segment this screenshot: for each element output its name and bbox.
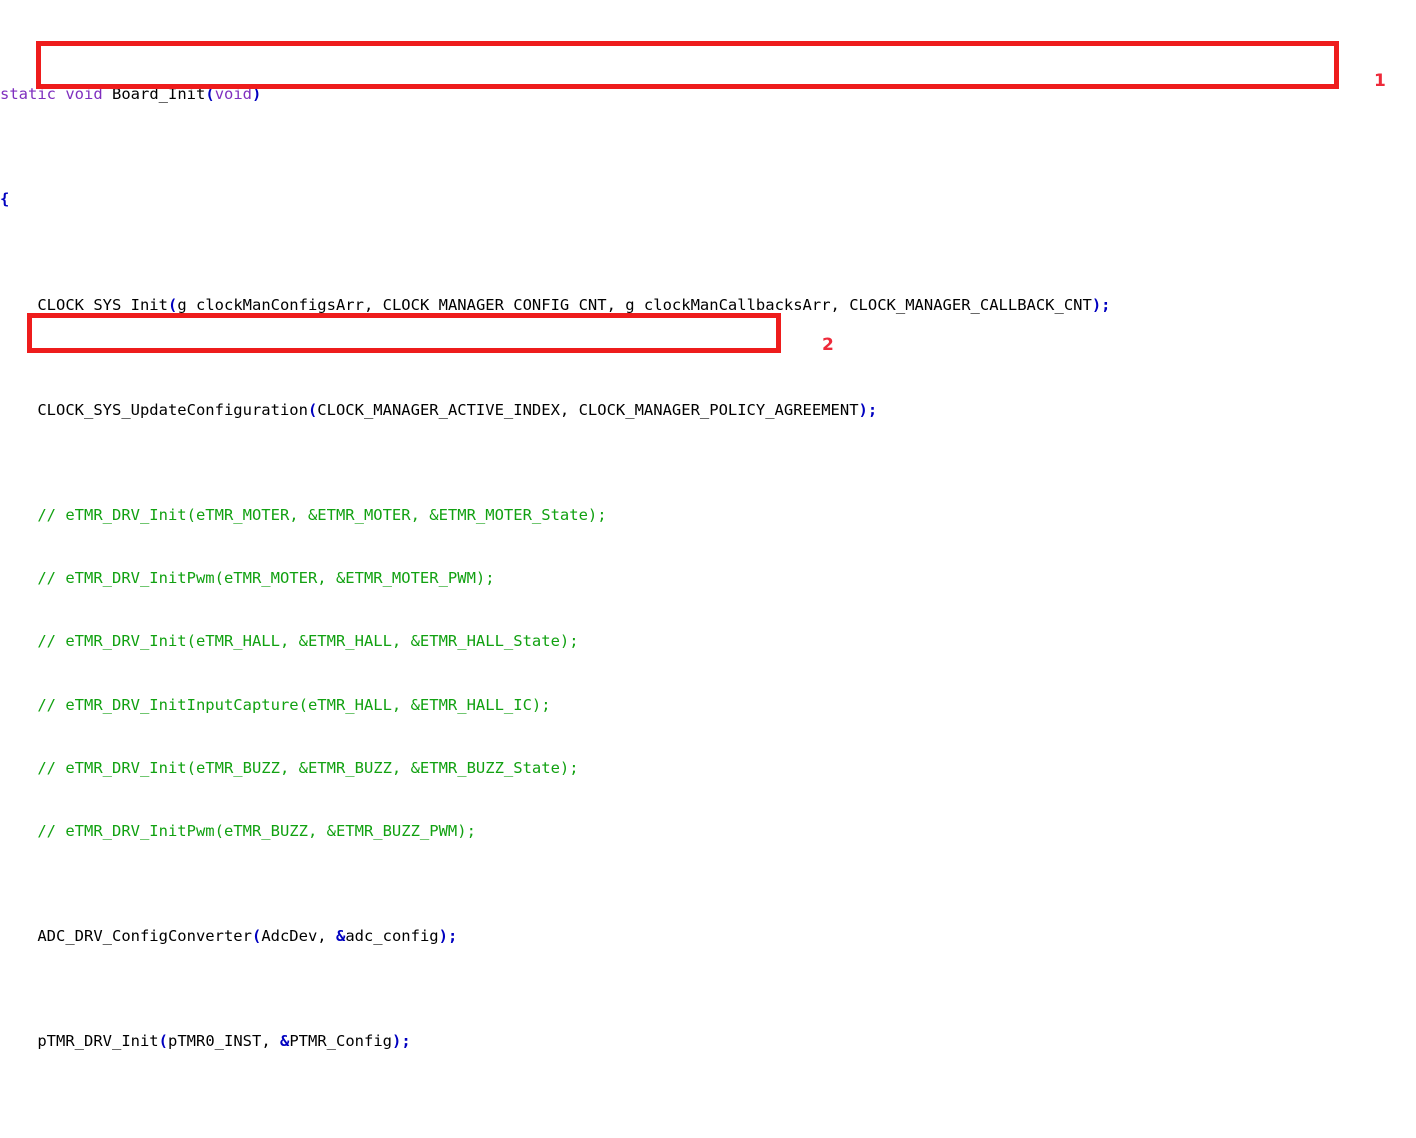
call-ptmr-drv-init: pTMR_DRV_Init [37,1032,158,1050]
keyword-void: void [65,85,102,103]
comment-text: // eTMR_DRV_Init(eTMR_MOTER, &ETMR_MOTER… [37,506,606,524]
comment-text: // eTMR_DRV_Init(eTMR_BUZZ, &ETMR_BUZZ, … [37,759,578,777]
indent [0,296,37,314]
call-clock-sys-init: CLOCK_SYS_Init [37,296,168,314]
call-arg: PTMR_Config [289,1032,392,1050]
ampersand: & [280,1032,289,1050]
paren-close-semi: ); [859,401,878,419]
indent [0,569,37,587]
indent [0,759,37,777]
indent [0,927,37,945]
annotation-label-1: 1 [1374,73,1386,90]
code-line-1[interactable]: static void Board_Init(void) [0,84,1416,105]
paren-open: ( [168,296,177,314]
code-line-12[interactable]: pTMR_DRV_Init(pTMR0_INST, &PTMR_Config); [0,1031,1416,1052]
call-args: CLOCK_MANAGER_ACTIVE_INDEX, CLOCK_MANAGE… [317,401,858,419]
comment-text: // eTMR_DRV_Init(eTMR_HALL, &ETMR_HALL, … [37,632,578,650]
code-line-13[interactable]: pTMR_DRV_InitChannel(pTMR0_INST, pTMR0_C… [0,1137,1416,1138]
code-line-6[interactable]: // eTMR_DRV_InitPwm(eTMR_MOTER, &ETMR_MO… [0,568,1416,589]
paren-close-semi: ); [439,927,458,945]
code-line-5[interactable]: // eTMR_DRV_Init(eTMR_MOTER, &ETMR_MOTER… [0,505,1416,526]
code-line-4[interactable]: CLOCK_SYS_UpdateConfiguration(CLOCK_MANA… [0,400,1416,421]
code-line-9[interactable]: // eTMR_DRV_Init(eTMR_BUZZ, &ETMR_BUZZ, … [0,758,1416,779]
code-content[interactable]: static void Board_Init(void) { CLOCK_SYS… [0,0,1416,1138]
comment-text: // eTMR_DRV_InitInputCapture(eTMR_HALL, … [37,696,550,714]
call-adc-drv-configconverter: ADC_DRV_ConfigConverter [37,927,252,945]
call-arg: AdcDev, [261,927,336,945]
call-arg: pTMR0_INST, [168,1032,280,1050]
paren-open: ( [205,85,214,103]
code-line-7[interactable]: // eTMR_DRV_Init(eTMR_HALL, &ETMR_HALL, … [0,631,1416,652]
space [103,85,112,103]
annotation-label-2: 2 [822,337,834,354]
call-args: g_clockManConfigsArr, CLOCK_MANAGER_CONF… [177,296,1092,314]
call-arg: adc_config [345,927,438,945]
paren-open: ( [159,1032,168,1050]
code-line-11[interactable]: ADC_DRV_ConfigConverter(AdcDev, &adc_con… [0,926,1416,947]
indent [0,506,37,524]
paren-close-semi: ); [392,1032,411,1050]
indent [0,1032,37,1050]
paren-close: ) [252,85,261,103]
code-editor-view[interactable]: static void Board_Init(void) { CLOCK_SYS… [0,0,1416,569]
function-name-board-init: Board_Init [112,85,205,103]
indent [0,696,37,714]
indent [0,822,37,840]
paren-open: ( [252,927,261,945]
space [56,85,65,103]
call-clock-sys-updateconfiguration: CLOCK_SYS_UpdateConfiguration [37,401,308,419]
keyword-void-param: void [215,85,252,103]
indent [0,632,37,650]
code-line-3[interactable]: CLOCK_SYS_Init(g_clockManConfigsArr, CLO… [0,295,1416,316]
keyword-static: static [0,85,56,103]
brace-open: { [0,190,9,208]
paren-open: ( [308,401,317,419]
paren-close-semi: ); [1092,296,1111,314]
code-line-8[interactable]: // eTMR_DRV_InitInputCapture(eTMR_HALL, … [0,695,1416,716]
comment-text: // eTMR_DRV_InitPwm(eTMR_MOTER, &ETMR_MO… [37,569,494,587]
code-line-10[interactable]: // eTMR_DRV_InitPwm(eTMR_BUZZ, &ETMR_BUZ… [0,821,1416,842]
ampersand: & [336,927,345,945]
comment-text: // eTMR_DRV_InitPwm(eTMR_BUZZ, &ETMR_BUZ… [37,822,476,840]
indent [0,401,37,419]
code-line-2[interactable]: { [0,189,1416,210]
